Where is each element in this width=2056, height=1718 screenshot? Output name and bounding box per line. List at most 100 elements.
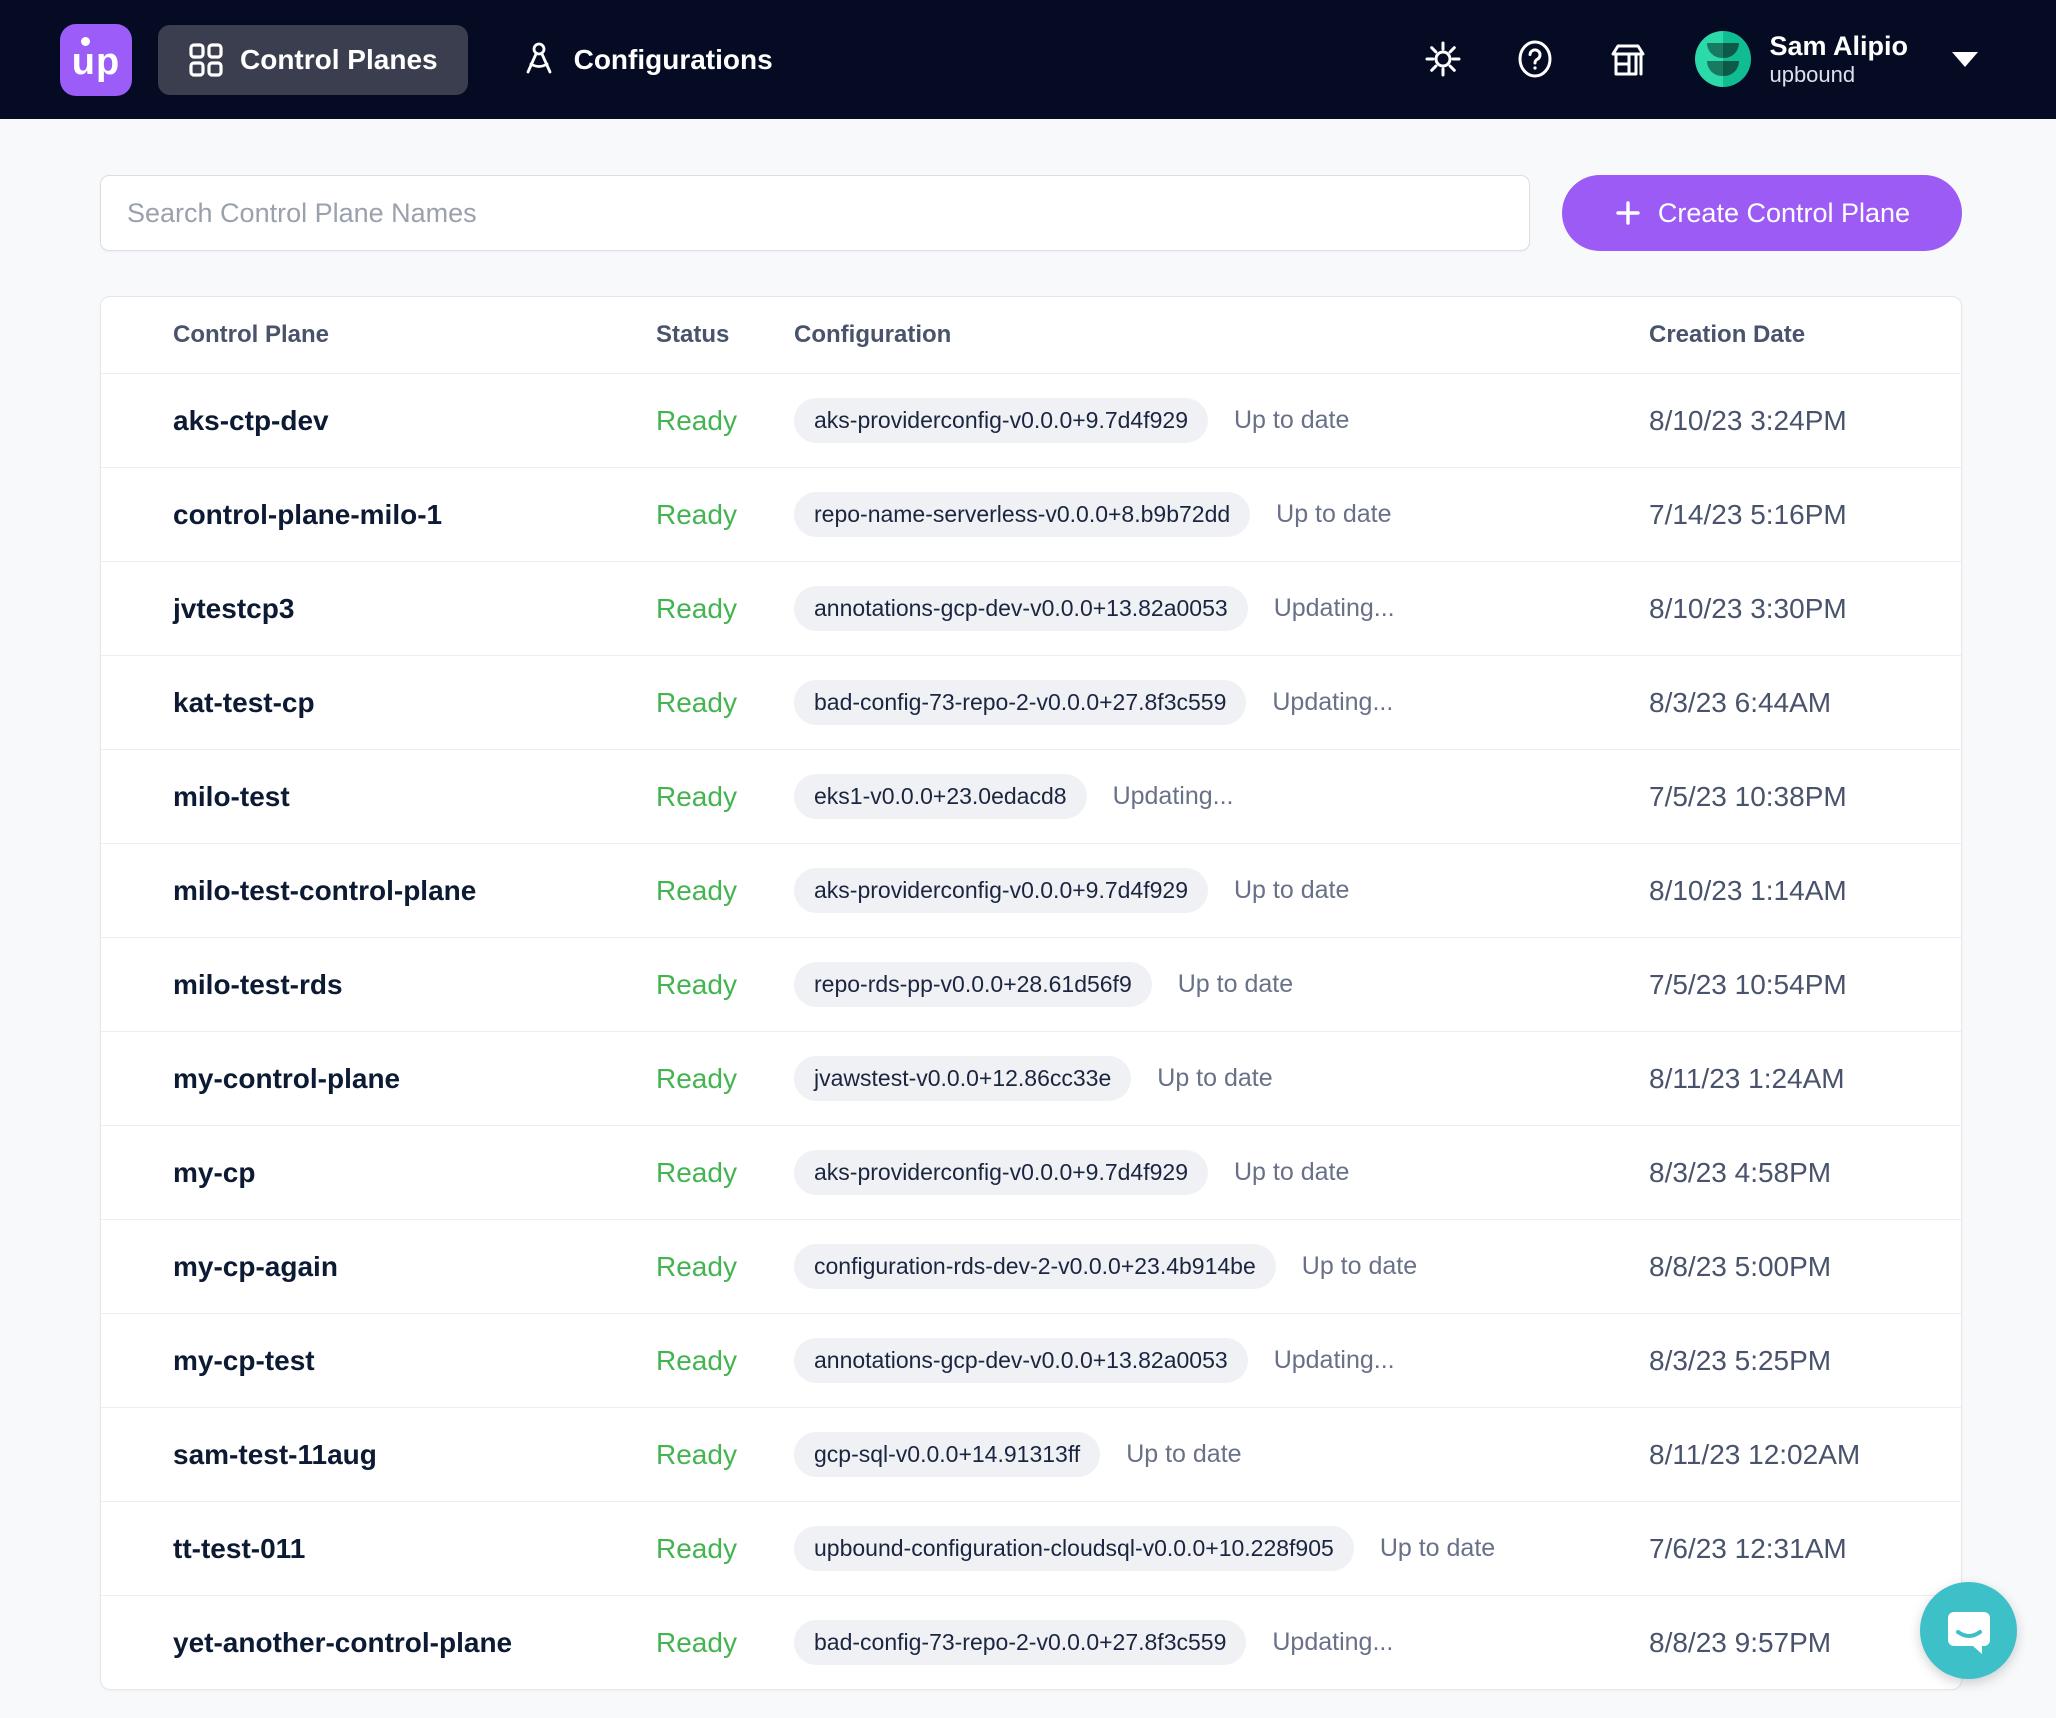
table-row[interactable]: tt-test-011 Ready upbound-configuration-… [101, 1501, 1961, 1595]
status-text: Ready [656, 781, 794, 813]
col-header-configuration: Configuration [794, 321, 1649, 349]
creation-date: 8/3/23 6:44AM [1649, 687, 1961, 719]
control-plane-name: kat-test-cp [173, 687, 656, 719]
help-button[interactable] [1507, 31, 1563, 87]
configuration-badge: configuration-rds-dev-2-v0.0.0+23.4b914b… [794, 1244, 1276, 1289]
status-text: Ready [656, 1533, 794, 1565]
creation-date: 7/5/23 10:54PM [1649, 969, 1961, 1001]
table-row[interactable]: control-plane-milo-1 Ready repo-name-ser… [101, 467, 1961, 561]
table-row[interactable]: milo-test Ready eks1-v0.0.0+23.0edacd8 U… [101, 749, 1961, 843]
table-body: aks-ctp-dev Ready aks-providerconfig-v0.… [101, 373, 1961, 1689]
control-plane-name: milo-test [173, 781, 656, 813]
creation-date: 7/6/23 12:31AM [1649, 1533, 1961, 1565]
creation-date: 8/10/23 3:24PM [1649, 405, 1961, 437]
control-plane-name: control-plane-milo-1 [173, 499, 656, 531]
user-menu[interactable]: Sam Alipio upbound [1695, 31, 1978, 88]
configuration-cell: gcp-sql-v0.0.0+14.91313ff Up to date [794, 1432, 1649, 1477]
status-text: Ready [656, 687, 794, 719]
create-control-plane-button[interactable]: Create Control Plane [1562, 175, 1962, 251]
status-text: Ready [656, 499, 794, 531]
status-text: Ready [656, 1627, 794, 1659]
table-row[interactable]: kat-test-cp Ready bad-config-73-repo-2-v… [101, 655, 1961, 749]
status-text: Ready [656, 1157, 794, 1189]
table-row[interactable]: jvtestcp3 Ready annotations-gcp-dev-v0.0… [101, 561, 1961, 655]
toolbar: Create Control Plane [0, 119, 2056, 251]
sync-status: Updating... [1274, 1346, 1395, 1375]
marketplace-icon [1605, 37, 1649, 81]
table-row[interactable]: aks-ctp-dev Ready aks-providerconfig-v0.… [101, 373, 1961, 467]
chat-icon [1944, 1606, 1994, 1656]
sync-status: Up to date [1234, 1158, 1349, 1187]
configuration-cell: annotations-gcp-dev-v0.0.0+13.82a0053 Up… [794, 1338, 1649, 1383]
settings-button[interactable] [1415, 31, 1471, 87]
configuration-cell: jvawstest-v0.0.0+12.86cc33e Up to date [794, 1056, 1649, 1101]
creation-date: 8/8/23 9:57PM [1649, 1627, 1961, 1659]
sync-status: Updating... [1113, 782, 1234, 811]
configuration-cell: bad-config-73-repo-2-v0.0.0+27.8f3c559 U… [794, 680, 1649, 725]
table-row[interactable]: my-control-plane Ready jvawstest-v0.0.0+… [101, 1031, 1961, 1125]
configuration-badge: bad-config-73-repo-2-v0.0.0+27.8f3c559 [794, 680, 1246, 725]
table-row[interactable]: my-cp-test Ready annotations-gcp-dev-v0.… [101, 1313, 1961, 1407]
user-org: upbound [1769, 62, 1908, 88]
sync-status: Up to date [1126, 1440, 1241, 1469]
settings-icon [1423, 39, 1463, 79]
upbound-logo[interactable]: up [60, 24, 132, 96]
status-text: Ready [656, 1345, 794, 1377]
control-plane-name: tt-test-011 [173, 1533, 656, 1565]
creation-date: 8/11/23 1:24AM [1649, 1063, 1961, 1095]
configuration-cell: bad-config-73-repo-2-v0.0.0+27.8f3c559 U… [794, 1620, 1649, 1665]
status-text: Ready [656, 405, 794, 437]
table-row[interactable]: yet-another-control-plane Ready bad-conf… [101, 1595, 1961, 1689]
creation-date: 8/10/23 3:30PM [1649, 593, 1961, 625]
nav-right-group: Sam Alipio upbound [1379, 31, 1978, 88]
creation-date: 8/3/23 4:58PM [1649, 1157, 1961, 1189]
control-plane-name: yet-another-control-plane [173, 1627, 656, 1659]
control-plane-name: aks-ctp-dev [173, 405, 656, 437]
creation-date: 7/5/23 10:38PM [1649, 781, 1961, 813]
top-nav: up Control Planes Configurations [0, 0, 2056, 119]
configuration-cell: eks1-v0.0.0+23.0edacd8 Updating... [794, 774, 1649, 819]
plus-icon [1614, 199, 1642, 227]
col-header-control-plane: Control Plane [173, 321, 656, 349]
configuration-badge: aks-providerconfig-v0.0.0+9.7d4f929 [794, 868, 1208, 913]
creation-date: 8/11/23 12:02AM [1649, 1439, 1961, 1471]
user-name: Sam Alipio [1769, 31, 1908, 62]
logo-dot [81, 37, 90, 46]
configuration-cell: upbound-configuration-cloudsql-v0.0.0+10… [794, 1526, 1649, 1571]
compass-icon [520, 41, 558, 79]
status-text: Ready [656, 1251, 794, 1283]
sync-status: Up to date [1178, 970, 1293, 999]
tab-configurations[interactable]: Configurations [490, 25, 803, 95]
sync-status: Updating... [1272, 1628, 1393, 1657]
marketplace-button[interactable] [1599, 31, 1655, 87]
search-input[interactable] [100, 175, 1530, 251]
table-row[interactable]: sam-test-11aug Ready gcp-sql-v0.0.0+14.9… [101, 1407, 1961, 1501]
configuration-cell: aks-providerconfig-v0.0.0+9.7d4f929 Up t… [794, 868, 1649, 913]
table-row[interactable]: my-cp-again Ready configuration-rds-dev-… [101, 1219, 1961, 1313]
avatar-shape [1707, 61, 1739, 76]
caret-down-icon[interactable] [1952, 52, 1978, 67]
control-planes-table: Control Plane Status Configuration Creat… [100, 296, 1962, 1690]
help-icon [1514, 38, 1556, 80]
status-text: Ready [656, 969, 794, 1001]
configuration-cell: configuration-rds-dev-2-v0.0.0+23.4b914b… [794, 1244, 1649, 1289]
configuration-cell: aks-providerconfig-v0.0.0+9.7d4f929 Up t… [794, 1150, 1649, 1195]
chat-launcher-button[interactable] [1920, 1582, 2017, 1679]
status-text: Ready [656, 1439, 794, 1471]
control-plane-name: milo-test-control-plane [173, 875, 656, 907]
configuration-badge: upbound-configuration-cloudsql-v0.0.0+10… [794, 1526, 1354, 1571]
configuration-badge: gcp-sql-v0.0.0+14.91313ff [794, 1432, 1100, 1477]
configuration-badge: eks1-v0.0.0+23.0edacd8 [794, 774, 1087, 819]
tab-control-planes[interactable]: Control Planes [158, 25, 468, 95]
table-row[interactable]: milo-test-control-plane Ready aks-provid… [101, 843, 1961, 937]
configuration-badge: repo-name-serverless-v0.0.0+8.b9b72dd [794, 492, 1250, 537]
avatar-shape [1707, 43, 1739, 58]
sync-status: Up to date [1302, 1252, 1417, 1281]
configuration-cell: repo-rds-pp-v0.0.0+28.61d56f9 Up to date [794, 962, 1649, 1007]
control-plane-name: sam-test-11aug [173, 1439, 656, 1471]
configuration-badge: jvawstest-v0.0.0+12.86cc33e [794, 1056, 1131, 1101]
status-text: Ready [656, 1063, 794, 1095]
sync-status: Up to date [1380, 1534, 1495, 1563]
table-row[interactable]: my-cp Ready aks-providerconfig-v0.0.0+9.… [101, 1125, 1961, 1219]
table-row[interactable]: milo-test-rds Ready repo-rds-pp-v0.0.0+2… [101, 937, 1961, 1031]
